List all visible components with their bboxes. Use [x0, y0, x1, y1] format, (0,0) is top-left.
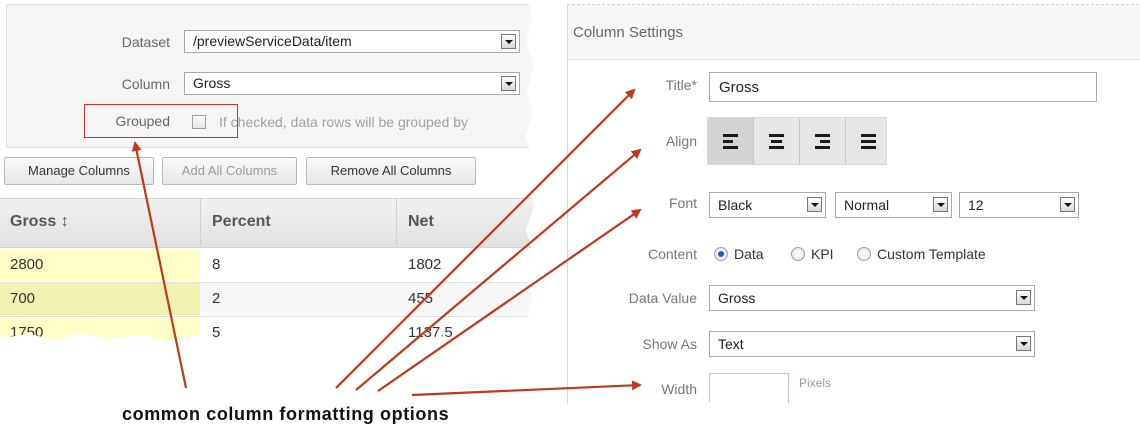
arrow-to-title	[335, 88, 636, 389]
arrow-to-grouped	[131, 141, 188, 389]
annotation-arrows	[131, 88, 642, 397]
caption: common column formatting options	[122, 404, 450, 424]
arrow-to-align	[355, 148, 642, 391]
arrow-to-font	[377, 208, 642, 392]
arrow-to-width	[411, 380, 642, 397]
